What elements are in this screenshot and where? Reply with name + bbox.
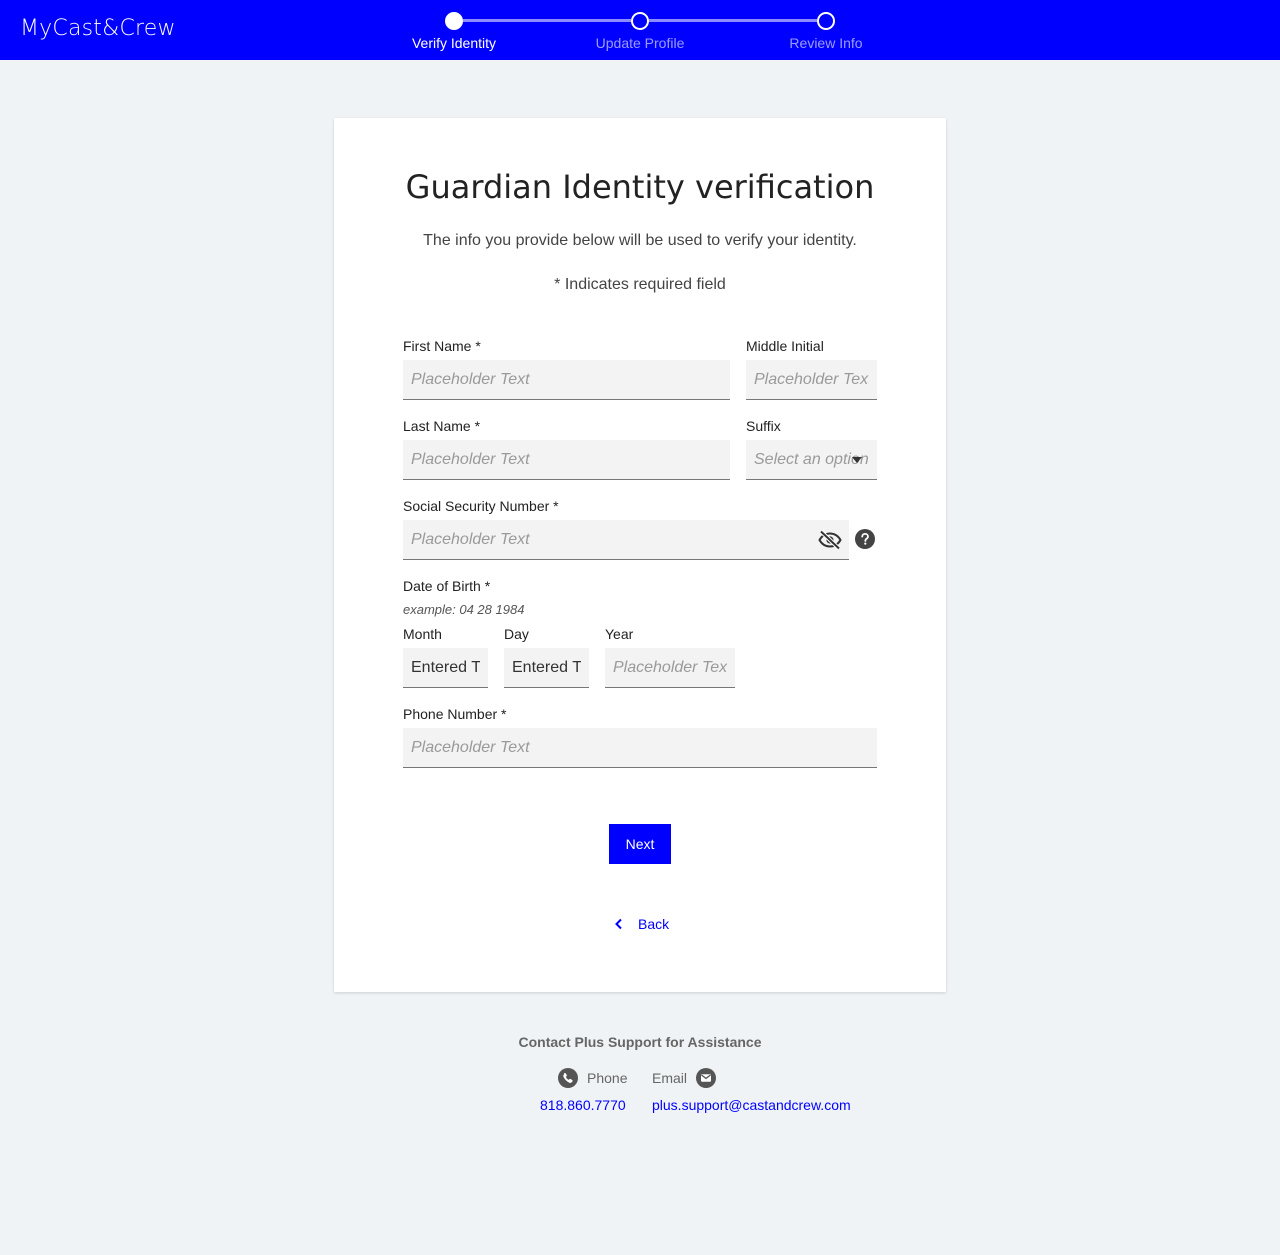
support-phone: Phone bbox=[558, 1068, 627, 1088]
support-email: Email bbox=[652, 1068, 717, 1088]
step-label-update-profile: Update Profile bbox=[595, 35, 685, 51]
suffix-label: Suffix bbox=[746, 418, 781, 434]
next-button[interactable]: Next bbox=[609, 824, 671, 864]
month-input[interactable] bbox=[403, 648, 488, 688]
phone-input[interactable] bbox=[403, 728, 877, 768]
app-logo[interactable]: MyCast&Crew bbox=[20, 16, 176, 41]
middle-initial-input[interactable] bbox=[746, 360, 877, 400]
verification-card: Guardian Identity verification The info … bbox=[334, 118, 946, 992]
support-phone-label: Phone bbox=[587, 1070, 628, 1086]
top-bar: MyCast&Crew Verify Identity Update Profi… bbox=[0, 0, 1280, 60]
help-icon[interactable] bbox=[855, 529, 875, 549]
support-email-label: Email bbox=[652, 1070, 688, 1086]
step-label-verify-identity: Verify Identity bbox=[411, 35, 497, 51]
step-connector bbox=[463, 19, 631, 22]
back-link[interactable]: Back bbox=[612, 914, 669, 934]
middle-initial-label: Middle Initial bbox=[746, 338, 824, 354]
dob-example: example: 04 28 1984 bbox=[403, 602, 525, 617]
support-email-link[interactable]: plus.support@castandcrew.com bbox=[652, 1097, 851, 1113]
ssn-input[interactable] bbox=[403, 520, 849, 560]
email-icon bbox=[696, 1068, 717, 1088]
month-label: Month bbox=[403, 626, 442, 642]
day-label: Day bbox=[504, 626, 529, 642]
step-indicator-update-profile bbox=[631, 12, 649, 30]
support-title: Contact Plus Support for Assistance bbox=[518, 1034, 762, 1050]
first-name-label: First Name * bbox=[403, 338, 481, 354]
back-link-label: Back bbox=[638, 916, 670, 932]
step-indicator-verify-identity bbox=[445, 12, 463, 30]
dob-label: Date of Birth * bbox=[403, 578, 491, 594]
phone-label: Phone Number * bbox=[403, 706, 507, 722]
year-label: Year bbox=[605, 626, 634, 642]
first-name-input[interactable] bbox=[403, 360, 730, 400]
page-subtitle: The info you provide below will be used … bbox=[423, 232, 857, 249]
phone-icon bbox=[558, 1068, 578, 1088]
support-phone-number-link[interactable]: 818.860.7770 bbox=[540, 1097, 626, 1113]
suffix-select[interactable]: Select an option bbox=[746, 440, 877, 480]
step-indicator-review-info bbox=[817, 12, 835, 30]
page-title: Guardian Identity verification bbox=[405, 168, 875, 206]
year-input[interactable] bbox=[605, 648, 735, 688]
step-connector bbox=[649, 19, 817, 22]
day-input[interactable] bbox=[504, 648, 589, 688]
required-field-note: * Indicates required field bbox=[554, 276, 726, 293]
chevron-down-icon bbox=[852, 457, 862, 463]
last-name-input[interactable] bbox=[403, 440, 730, 480]
last-name-label: Last Name * bbox=[403, 418, 481, 434]
step-label-review-info: Review Info bbox=[789, 35, 863, 51]
ssn-label: Social Security Number * bbox=[403, 498, 559, 514]
chevron-left-icon bbox=[615, 918, 622, 930]
eye-off-icon[interactable] bbox=[818, 528, 842, 552]
